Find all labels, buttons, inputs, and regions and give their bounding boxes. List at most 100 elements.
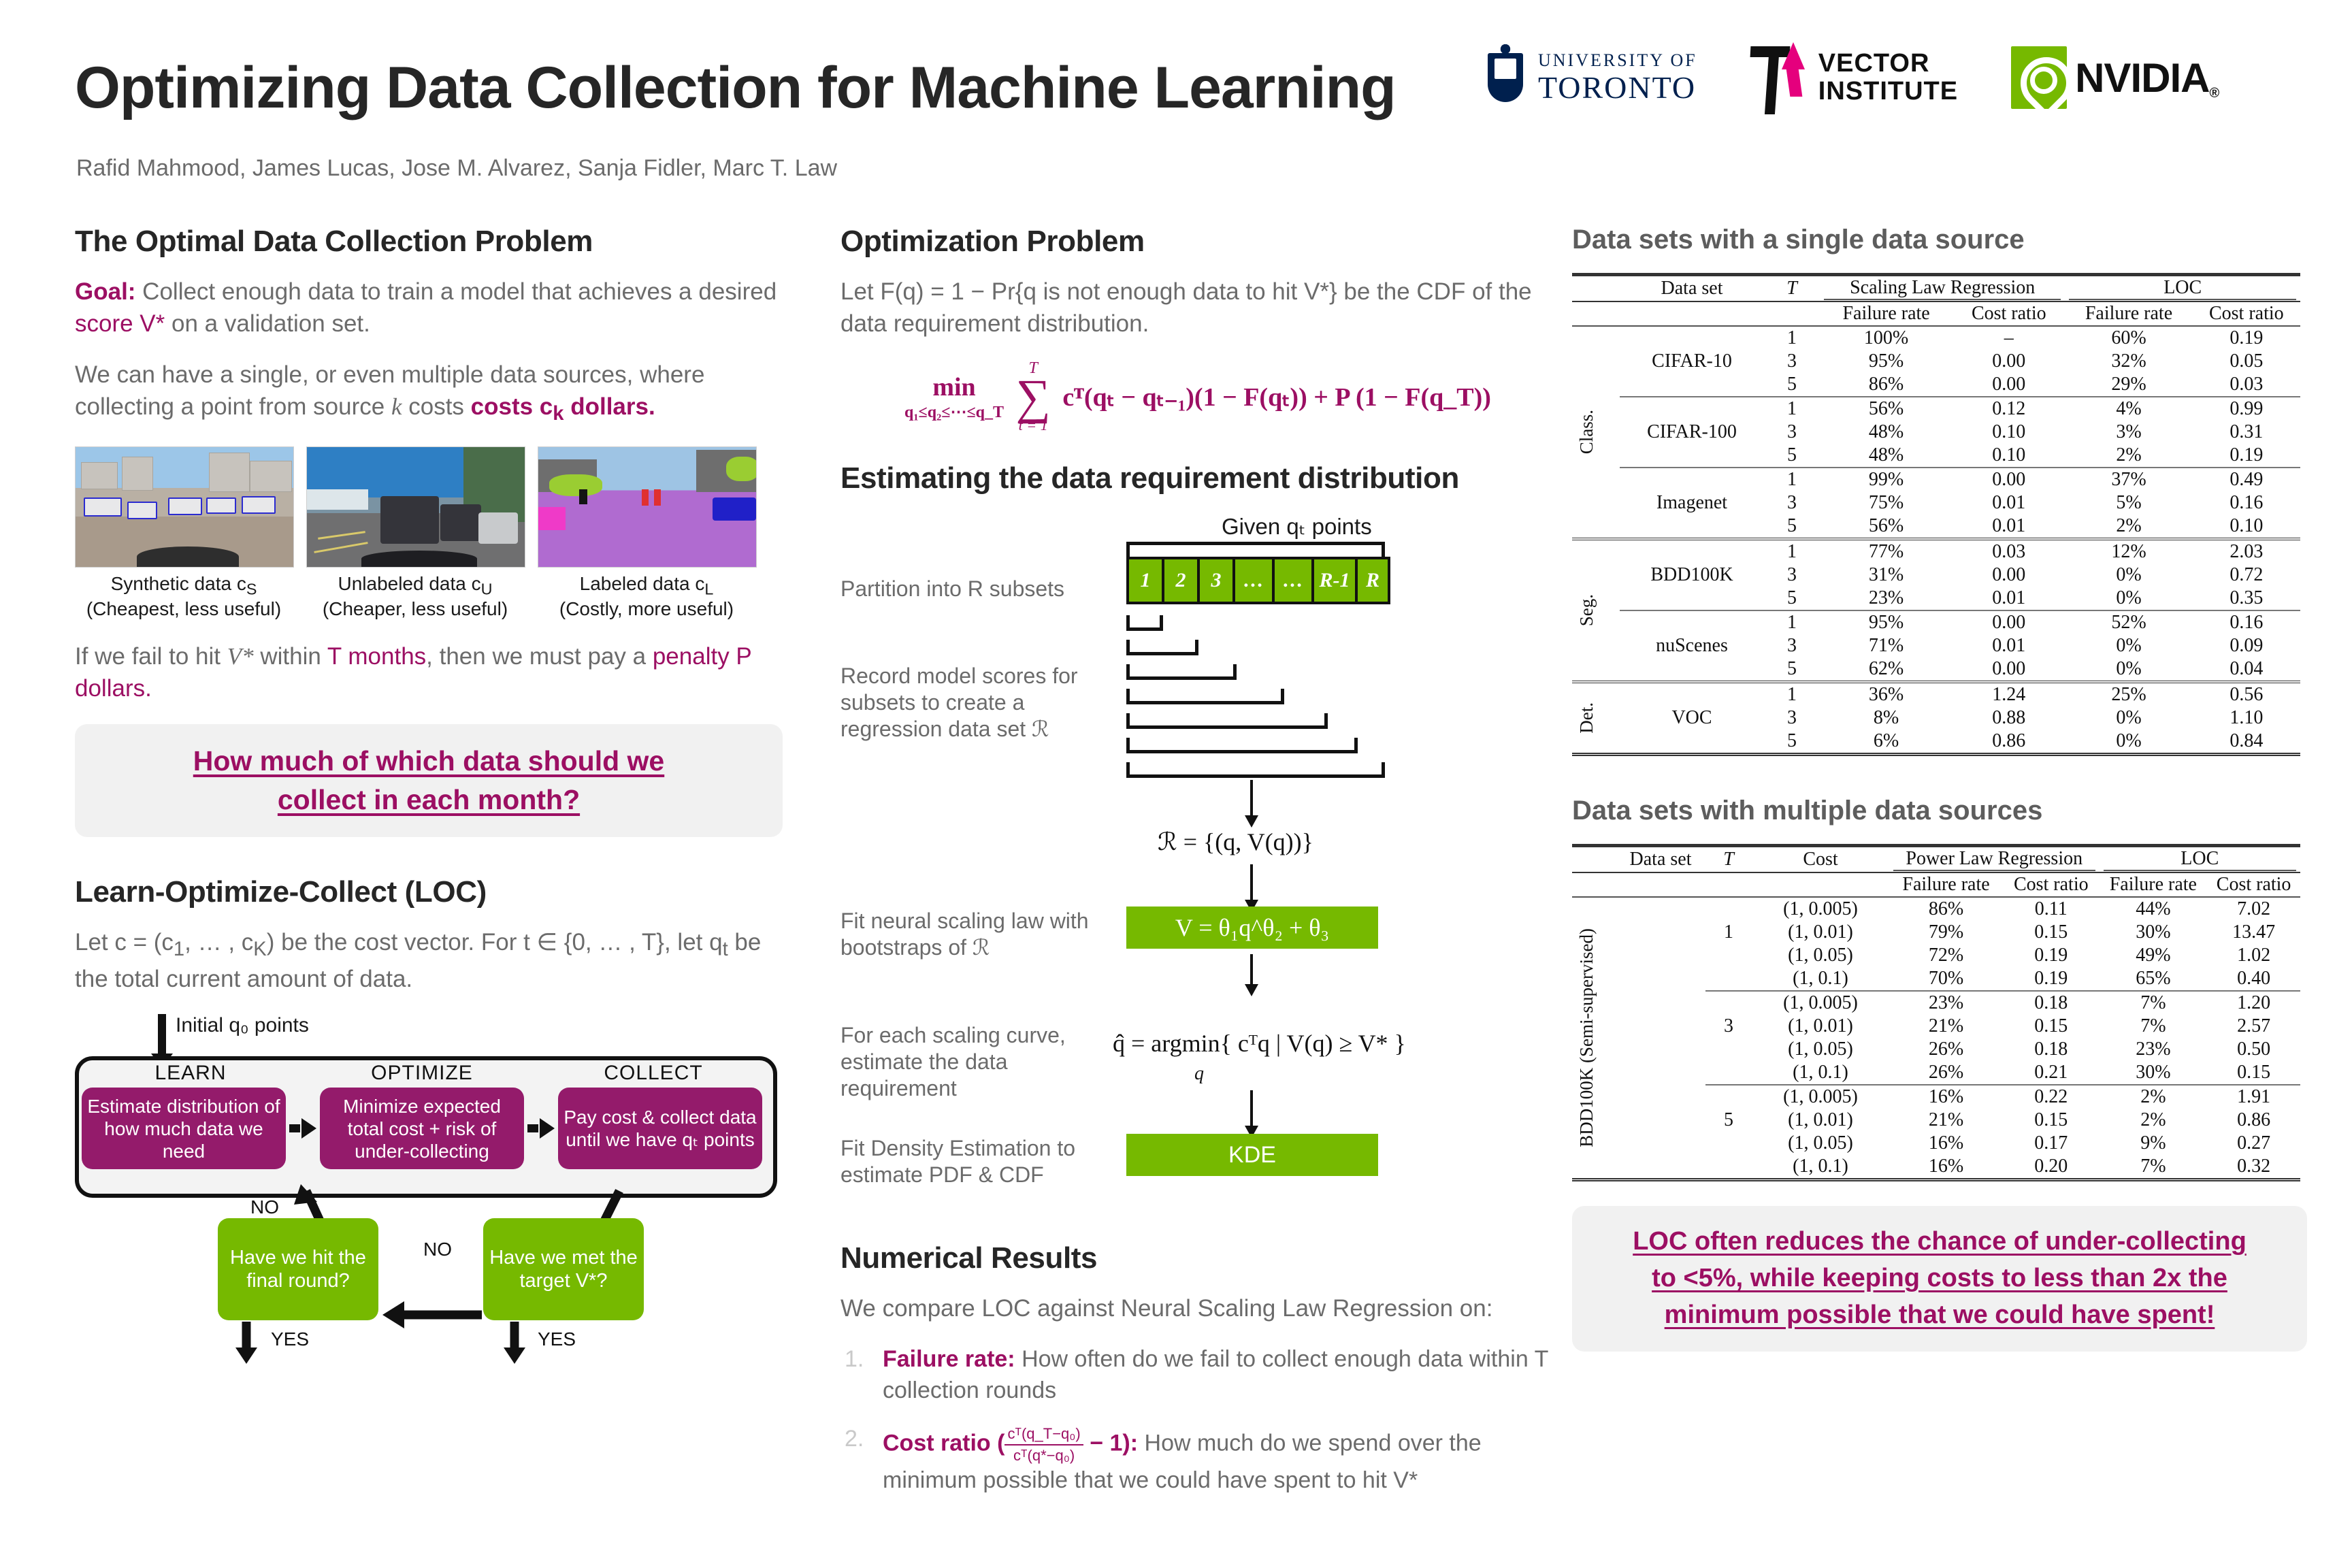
cell-loc-cost: 0.16	[2230, 612, 2264, 633]
cell-plr-cost: 0.19	[2034, 945, 2068, 966]
toronto-logo-line2: TORONTO	[1538, 70, 1697, 105]
cost-highlight: costs c	[470, 393, 553, 420]
caption-synthetic-line1: Synthetic data c	[110, 572, 246, 594]
th-m-loc-failure: Failure rate	[2109, 874, 2197, 895]
th-group-slr: Scaling Law Regression	[1820, 275, 2065, 302]
argmin-subscript: q	[1194, 1063, 1204, 1085]
university-of-toronto-logo: UNIVERSITY OF TORONTO	[1484, 39, 1697, 116]
cell-T: 5	[1787, 515, 1797, 536]
cell-loc-cost: 0.19	[2230, 327, 2264, 348]
table-row: 5 86% 0.00 29% 0.03	[1572, 373, 2300, 397]
conclusion-box: LOC often reduces the chance of under-co…	[1572, 1206, 2307, 1352]
cell-loc-failure: 44%	[2136, 898, 2171, 919]
metric-number-2: 2.	[845, 1426, 864, 1452]
caption-labeled-line1: Labeled data c	[579, 572, 705, 594]
cell-loc-failure: 0%	[2116, 658, 2142, 679]
heading-single-source-table: Data sets with a single data source	[1572, 225, 2025, 255]
cell-cost: (1, 0.05)	[1788, 1132, 1853, 1154]
cost-highlight-tail: dollars.	[564, 393, 655, 420]
cell-slr-failure: 100%	[1863, 327, 1909, 348]
cell-plr-failure: 21%	[1928, 1015, 1964, 1036]
table-row: 5 62% 0.00 0% 0.04	[1572, 657, 2300, 682]
table-multi-body: BDD100K (Semi-supervised) (1, 0.005) 86% 0.…	[1572, 897, 2300, 1183]
subset-cell-ellipsis-1: …	[1235, 559, 1275, 602]
cell-loc-cost: 0.99	[2230, 398, 2264, 419]
caption-unlabeled-line1: Unlabeled data c	[338, 572, 481, 594]
th-m-group-plr: Power Law Regression	[1889, 846, 2100, 873]
cell-slr-cost: 0.10	[1992, 444, 2026, 466]
cell-loc-cost: 2.57	[2237, 1015, 2271, 1036]
cell-slr-failure: 36%	[1868, 684, 1904, 705]
cell-loc-failure: 2%	[2140, 1086, 2166, 1107]
cell-loc-cost: 1.20	[2237, 992, 2271, 1013]
penalty-text-b: within	[253, 642, 327, 670]
cell-slr-failure: 48%	[1868, 444, 1904, 466]
cell-loc-failure: 7%	[2140, 1015, 2166, 1036]
th-m-plr-failure: Failure rate	[1902, 874, 1990, 895]
cell-loc-cost: 2.03	[2230, 541, 2264, 562]
cell-slr-failure: 95%	[1868, 612, 1904, 633]
th-slr-cost: Cost ratio	[1971, 303, 2046, 324]
subset-cell-r: R	[1358, 559, 1388, 602]
table-row: Data set T Cost Power Law Regression LOC	[1572, 845, 2301, 873]
th-m-group-loc: LOC	[2100, 846, 2301, 873]
cell-slr-cost: 0.12	[1992, 398, 2026, 419]
caption-unlabeled: Unlabeled data cU (Cheaper, less useful)	[306, 573, 524, 621]
cell-plr-cost: 0.15	[2034, 921, 2068, 943]
cell-loc-failure: 7%	[2140, 1156, 2166, 1177]
cell-plr-cost: 0.15	[2034, 1015, 2068, 1036]
cell-loc-cost: 0.32	[2237, 1156, 2271, 1177]
heading-optimization-problem: Optimization Problem	[840, 225, 1145, 258]
callout-line-1: How much of which data should we	[193, 745, 665, 777]
goal-text-a: Collect enough data to train a model tha…	[135, 278, 777, 305]
cell-loc-failure: 0%	[2116, 707, 2142, 728]
arrow-to-kde	[1245, 1090, 1258, 1139]
th-m-group-plr-label: Power Law Regression	[1893, 848, 2095, 871]
metric-failure-rate: 1. Failure rate: How often do we fail to…	[840, 1344, 1555, 1406]
cell-loc-failure: 0%	[2116, 730, 2142, 751]
cell-slr-cost: 0.00	[1992, 612, 2026, 633]
cell-loc-failure: 49%	[2136, 945, 2171, 966]
table-single-header: Data set T Scaling Law Regression LOC Fa…	[1572, 274, 2300, 326]
regression-set-equation: ℛ = {(q, V(q))}	[1158, 828, 1313, 856]
toronto-logo-line1: UNIVERSITY OF	[1538, 50, 1697, 70]
table-row: Failure rate Cost ratio Failure rate Cos…	[1572, 301, 2300, 326]
cell-loc-cost: 0.04	[2230, 658, 2264, 679]
penalty-months-highlight: T months	[327, 642, 427, 670]
cell-cost: (1, 0.1)	[1793, 1156, 1848, 1177]
th-m-cost: Cost	[1803, 849, 1838, 870]
cell-loc-cost: 0.84	[2230, 730, 2264, 751]
table-row: BDD100K (Semi-supervised) (1, 0.005) 86% 0.…	[1572, 897, 2300, 1147]
loc-intro-c: ) be the cost vector. For t ∈ {0, … , T}…	[266, 929, 723, 956]
cell-slr-cost: –	[2004, 327, 2014, 348]
cell-loc-cost: 0.03	[2230, 374, 2264, 395]
cell-plr-cost: 0.21	[2034, 1062, 2068, 1083]
loc-intro-subK: K	[253, 938, 267, 961]
cell-loc-failure: 2%	[2140, 1109, 2166, 1130]
conclusion-line-1: LOC often reduces the chance of under-co…	[1633, 1227, 2247, 1256]
cell-plr-failure: 23%	[1928, 992, 1964, 1013]
cell-loc-failure: 4%	[2116, 398, 2142, 419]
vector-institute-logo: VECTOR INSTITUTE	[1750, 41, 1958, 114]
caption-labeled: Labeled data cL (Costly, more useful)	[538, 573, 755, 621]
cell-slr-failure: 75%	[1868, 492, 1904, 513]
step-arrow-2	[524, 1118, 558, 1139]
cell-slr-cost: 0.03	[1992, 541, 2026, 562]
image-cell-unlabeled: Unlabeled data cU (Cheaper, less useful)	[306, 446, 525, 621]
vector-arrow-icon	[1750, 41, 1808, 114]
table-multi-header: Data set T Cost Power Law Regression LOC…	[1572, 845, 2301, 897]
cell-loc-failure: 0%	[2116, 587, 2142, 608]
initial-points-label: Initial q₀ points	[176, 1014, 309, 1037]
cell-loc-cost: 0.27	[2237, 1132, 2271, 1154]
edge-label-yes-1: YES	[271, 1328, 310, 1350]
cdf-definition-paragraph: Let F(q) = 1 − Pr{q is not enough data t…	[840, 278, 1532, 337]
caption-synthetic-sub: S	[246, 580, 257, 598]
vector-logo-line1: VECTOR	[1818, 48, 1930, 78]
table-side-label: Class.	[1576, 410, 1597, 455]
cell-loc-cost: 0.05	[2230, 350, 2264, 372]
cell-T: 1	[1787, 541, 1797, 562]
cell-slr-failure: 56%	[1868, 398, 1904, 419]
cell-T: 3	[1787, 492, 1797, 513]
table-row: 5 23% 0.01 0% 0.35	[1572, 587, 2300, 610]
subset-strip: 1 2 3 … … R-1 R	[1126, 557, 1390, 605]
